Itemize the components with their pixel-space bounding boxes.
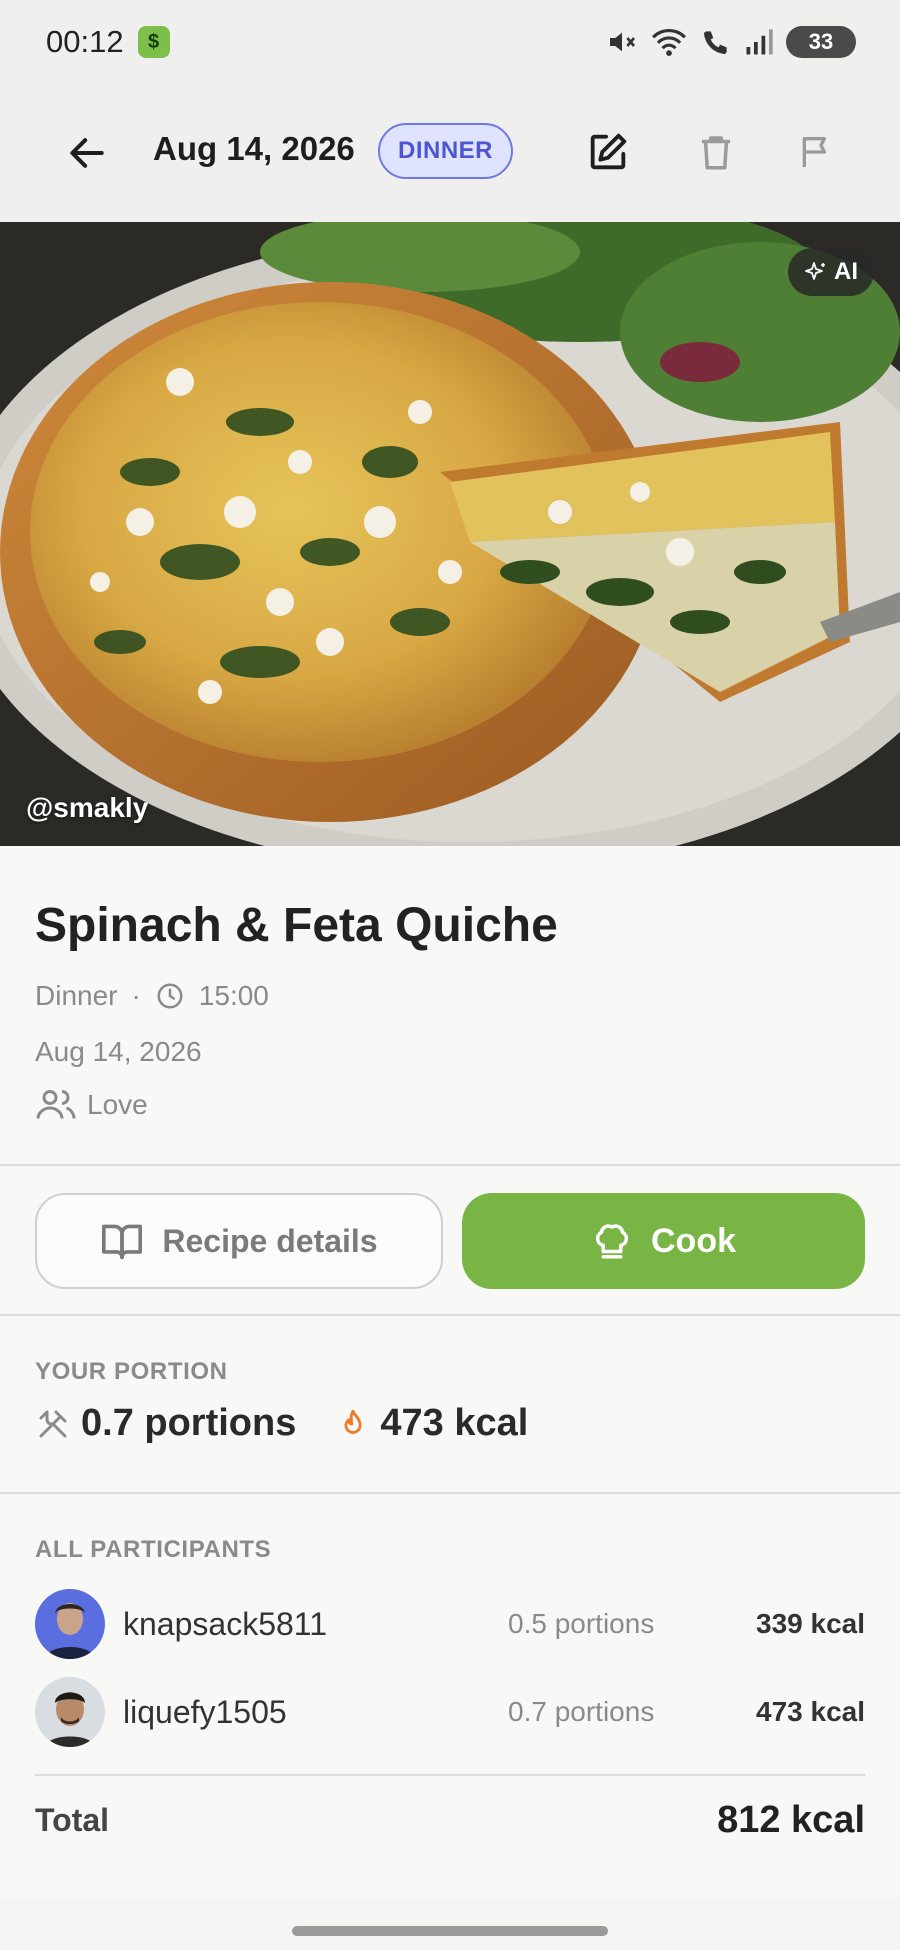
avatar	[35, 1589, 105, 1659]
cook-button[interactable]: Cook	[462, 1193, 865, 1289]
arrow-left-icon	[70, 138, 104, 168]
battery-indicator: 33	[786, 26, 856, 58]
participant-row[interactable]: liquefy1505 0.7 portions 473 kcal	[35, 1676, 865, 1748]
header-date: Aug 14, 2026	[153, 130, 355, 167]
ai-generated-badge: AI	[788, 248, 874, 296]
total-row: Total 812 kcal	[35, 1790, 865, 1850]
sparkles-icon	[805, 262, 825, 280]
meta-separator: ·	[131, 980, 141, 1011]
back-button[interactable]	[62, 128, 112, 178]
meal-title: Spinach & Feta Quiche	[35, 899, 558, 952]
meal-meta: Dinner · 15:00	[35, 980, 269, 1012]
avatar	[35, 1677, 105, 1747]
meal-time: 15:00	[198, 980, 269, 1011]
mute-icon	[610, 32, 636, 52]
wifi-calling-icon	[704, 31, 727, 54]
participant-portions: 0.5 portions	[508, 1608, 655, 1639]
signal-icon	[746, 29, 773, 55]
section-label: ALL PARTICIPANTS	[35, 1536, 272, 1563]
clock-icon	[157, 983, 183, 1009]
meal-date: Aug 14, 2026	[35, 1036, 202, 1067]
app-bar: Aug 14, 2026 DINNER	[0, 84, 900, 222]
flag-icon	[802, 137, 826, 167]
participant-portions: 0.7 portions	[508, 1696, 655, 1727]
quiche-illustration	[0, 222, 900, 846]
meal-group: Love	[35, 1086, 148, 1124]
meal-info: Spinach & Feta Quiche Dinner · 15:00 Aug…	[0, 846, 900, 1164]
meal-type: Dinner	[35, 980, 118, 1011]
recipe-details-label: Recipe details	[162, 1222, 378, 1259]
delete-button[interactable]	[690, 126, 742, 178]
status-bar: 00:12 $ 33	[0, 0, 900, 84]
participant-kcal: 339 kcal	[756, 1608, 865, 1639]
edit-icon	[590, 133, 627, 170]
total-kcal: 812 kcal	[717, 1798, 865, 1841]
gesture-nav-handle[interactable]	[292, 1926, 608, 1936]
bottom-area	[0, 1899, 900, 1950]
flame-icon	[344, 1409, 362, 1434]
your-kcal: 473 kcal	[380, 1402, 529, 1444]
section-label: YOUR PORTION	[35, 1358, 228, 1385]
book-open-icon	[102, 1224, 143, 1260]
cook-label: Cook	[651, 1221, 736, 1260]
edit-button[interactable]	[582, 126, 634, 178]
report-button[interactable]	[790, 126, 842, 178]
ai-badge-label: AI	[834, 258, 858, 285]
chef-hat-icon	[595, 1224, 629, 1259]
group-name: Love	[87, 1089, 148, 1120]
photo-credit: @smakly	[26, 792, 149, 823]
users-icon	[36, 1090, 76, 1119]
recipe-details-button[interactable]: Recipe details	[35, 1193, 443, 1289]
participant-kcal: 473 kcal	[756, 1696, 865, 1727]
your-portion-section: YOUR PORTION 0.7 portions 473 kcal	[0, 1316, 900, 1492]
trash-icon	[702, 136, 730, 170]
participant-row[interactable]: knapsack5811 0.5 portions 339 kcal	[35, 1588, 865, 1660]
meal-photo[interactable]: AI @smakly	[0, 222, 900, 846]
divider	[35, 1774, 865, 1776]
utensils-icon	[39, 1410, 67, 1437]
participant-name: liquefy1505	[123, 1693, 287, 1730]
action-buttons: Recipe details Cook	[0, 1166, 900, 1314]
meal-type-chip: DINNER	[378, 123, 514, 179]
your-portions: 0.7 portions	[81, 1402, 297, 1444]
app-notification-icon: $	[137, 26, 170, 58]
participant-name: knapsack5811	[123, 1605, 327, 1642]
total-label: Total	[35, 1801, 110, 1838]
status-time: 00:12	[46, 24, 124, 59]
wifi-icon	[652, 29, 686, 56]
